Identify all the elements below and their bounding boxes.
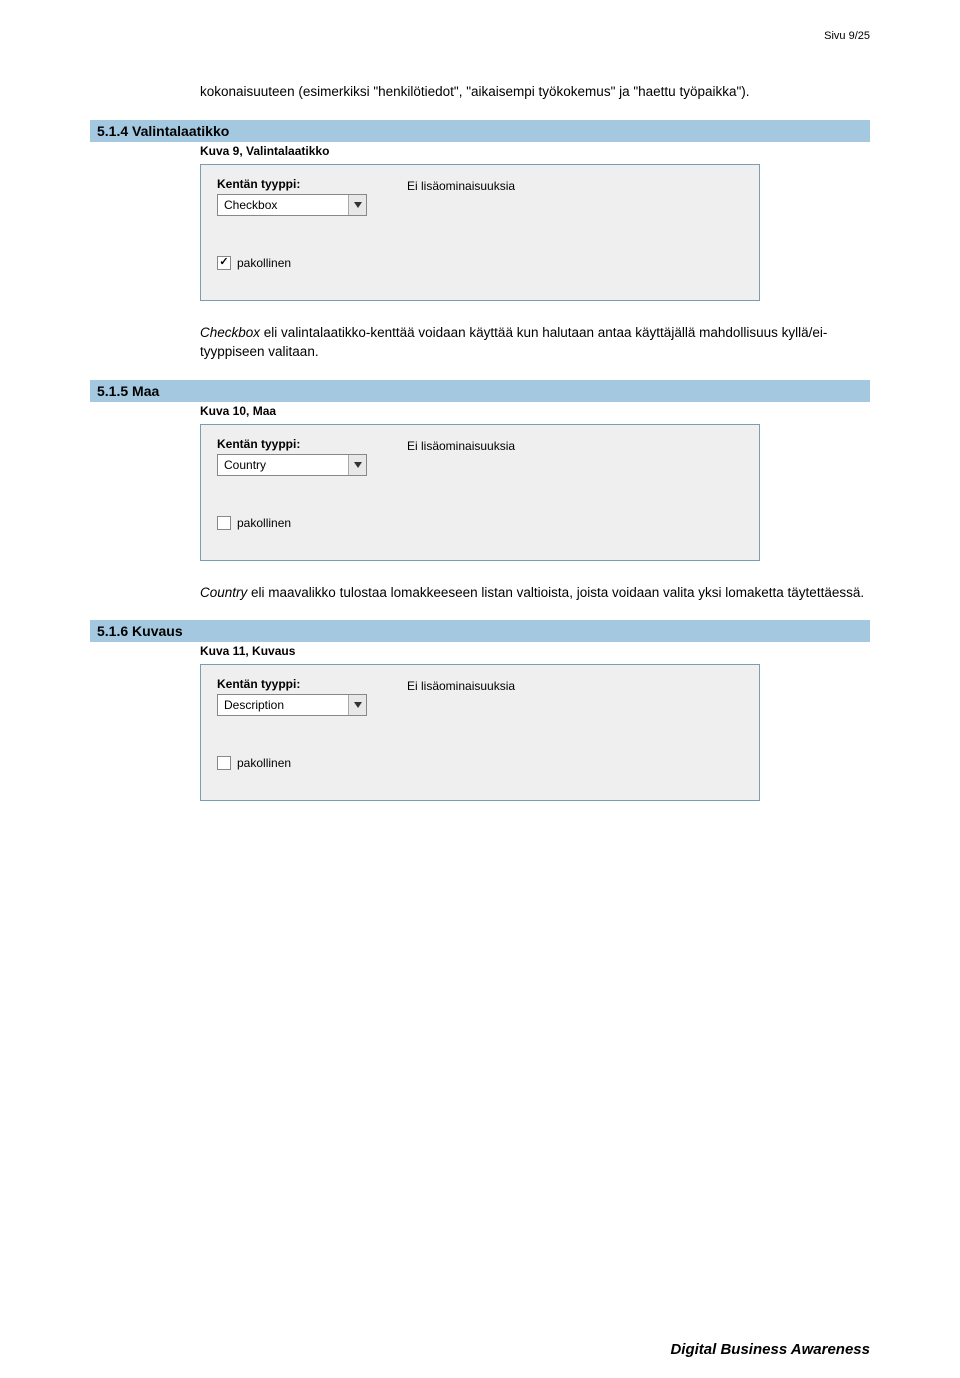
desc-515-term: Country [200,585,247,600]
fieldtype-select[interactable]: Country [217,454,367,476]
desc-514: Checkbox eli valintalaatikko-kenttää voi… [200,323,870,362]
section-heading-514: 5.1.4 Valintalaatikko [90,120,870,142]
screenshot-kuva-11: Kentän tyyppi: Description Ei lisäominai… [200,664,760,801]
mandatory-label: pakollinen [237,256,291,270]
no-extras-label: Ei lisäominaisuuksia [407,177,515,193]
desc-514-rest: eli valintalaatikko-kenttää voidaan käyt… [200,325,827,360]
fieldtype-select[interactable]: Checkbox [217,194,367,216]
figure-caption-11: Kuva 11, Kuvaus [200,644,870,658]
fieldtype-select-value: Description [224,698,284,712]
fieldtype-select-value: Country [224,458,266,472]
no-extras-label: Ei lisäominaisuuksia [407,437,515,453]
screenshot-kuva-9: Kentän tyyppi: Checkbox Ei lisäominaisuu… [200,164,760,301]
desc-515-rest: eli maavalikko tulostaa lomakkeeseen lis… [247,585,864,600]
mandatory-checkbox[interactable] [217,516,231,530]
section-heading-516: 5.1.6 Kuvaus [90,620,870,642]
chevron-down-icon[interactable] [348,455,366,475]
fieldtype-select[interactable]: Description [217,694,367,716]
no-extras-label: Ei lisäominaisuuksia [407,677,515,693]
figure-caption-9: Kuva 9, Valintalaatikko [200,144,870,158]
chevron-down-icon[interactable] [348,195,366,215]
fieldtype-label: Kentän tyyppi: [217,677,367,691]
fieldtype-label: Kentän tyyppi: [217,177,367,191]
page-number: Sivu 9/25 [90,30,870,42]
section-heading-515: 5.1.5 Maa [90,380,870,402]
chevron-down-icon[interactable] [348,695,366,715]
page-footer: Digital Business Awareness [670,1341,870,1358]
mandatory-checkbox[interactable] [217,756,231,770]
fieldtype-select-value: Checkbox [224,198,277,212]
fieldtype-label: Kentän tyyppi: [217,437,367,451]
mandatory-checkbox[interactable] [217,256,231,270]
figure-caption-10: Kuva 10, Maa [200,404,870,418]
desc-515: Country eli maavalikko tulostaa lomakkee… [200,583,870,603]
screenshot-kuva-10: Kentän tyyppi: Country Ei lisäominaisuuk… [200,424,760,561]
desc-514-term: Checkbox [200,325,260,340]
mandatory-label: pakollinen [237,516,291,530]
intro-paragraph: kokonaisuuteen (esimerkiksi "henkilötied… [200,82,870,102]
mandatory-label: pakollinen [237,756,291,770]
